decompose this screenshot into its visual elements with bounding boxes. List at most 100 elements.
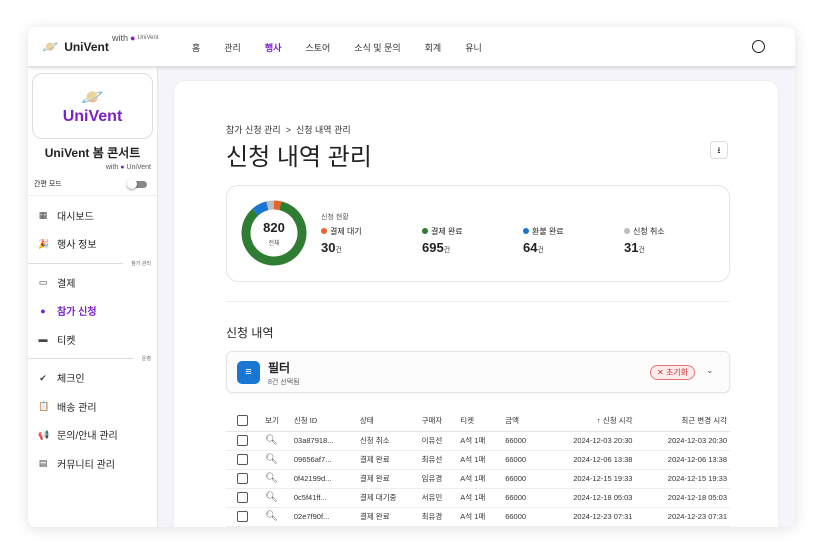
table-row[interactable]: 🔍︎ 02e7f90f... 결제 완료 최유경 A석 1매 66000 2024-12-2… [226, 507, 730, 527]
donut-slice [266, 200, 275, 211]
checkbox[interactable] [237, 492, 248, 503]
person-icon: ● [40, 305, 46, 316]
status-count: 환불 완료 64건 [523, 226, 564, 255]
checkbox[interactable] [237, 435, 248, 446]
nav-item[interactable]: 유니 [465, 41, 482, 54]
nav-item[interactable]: 회계 [425, 41, 442, 54]
sidebar-item-label: 참가 신청 [57, 307, 97, 319]
column-header-label: 금액 [505, 415, 519, 425]
sidebar-item-label: 티켓 [57, 335, 76, 347]
checkbox[interactable] [237, 511, 248, 522]
sidebar-item[interactable]: ▬ 티켓 [28, 325, 157, 354]
event-title: UniVent 봄 콘서트 [44, 146, 141, 160]
column-header[interactable]: 상태 [356, 410, 419, 432]
logo[interactable]: 🪐 UniVent [42, 39, 109, 55]
chevron-down-icon[interactable]: ⌄ [706, 365, 714, 376]
download-button[interactable]: ⭳ [710, 141, 728, 159]
status-count: 결제 완료 695건 [422, 226, 463, 255]
checkbox[interactable] [237, 414, 248, 426]
search-icon[interactable]: 🔍︎ [265, 511, 278, 522]
status-legend: 결제 완료 [422, 226, 463, 237]
table-row[interactable]: 🔍︎ 09656af7... 결제 완료 최유선 A석 1매 66000 2024-12-0… [226, 450, 730, 470]
sidebar-item-label: 결제 [57, 278, 76, 290]
table-cell: 66000 [502, 431, 542, 451]
table-cell: 2024-12-06 13:38 [541, 450, 636, 470]
nav-item[interactable]: 행사 [265, 41, 282, 54]
simple-mode-toggle[interactable] [127, 178, 147, 189]
column-header[interactable]: ↑ 신청 시각 [541, 410, 636, 432]
table-cell: 2024-12-15 19:33 [635, 469, 730, 489]
table-cell: 결제 완료 [356, 507, 419, 527]
sidebar-item-label: 배송 관리 [57, 402, 97, 414]
column-header[interactable]: 보기 [262, 410, 291, 432]
table-cell: 2024-12-23 07:31 [541, 507, 636, 527]
status-value: 695건 [422, 240, 463, 255]
nav-item[interactable]: 소식 및 문의 [354, 41, 400, 54]
select-all[interactable] [226, 410, 263, 432]
status-value: 30건 [321, 240, 362, 255]
search-icon[interactable]: 🔍︎ [265, 435, 278, 446]
sidebar-item[interactable]: ● 참가 신청 [28, 297, 157, 326]
nav-item[interactable]: 홈 [192, 41, 200, 54]
column-header-label: 보기 [265, 415, 279, 425]
column-header[interactable]: 금액 [502, 410, 542, 432]
table-cell: 09656af7... [290, 450, 357, 470]
checkbox[interactable] [237, 473, 248, 484]
section-participation: 참가 관리 [28, 258, 157, 268]
clipboard-icon: 📋 [38, 401, 50, 412]
row-select [226, 507, 263, 527]
forum-icon: ▤ [38, 458, 48, 469]
checkbox[interactable] [237, 454, 248, 465]
sidebar-item[interactable]: 🎉 행사 정보 [28, 230, 157, 259]
search-icon[interactable]: 🔍︎ [265, 454, 278, 465]
table-cell: 최유선 [418, 450, 458, 470]
search-icon[interactable]: 🔍︎ [265, 473, 278, 484]
value-number: 64 [523, 240, 538, 255]
table-cell: 03a87918... [290, 431, 357, 451]
sidebar-item[interactable]: 📢 문의/안내 관리 [28, 421, 157, 450]
donut-slice [252, 201, 269, 216]
nav-item[interactable]: 스토어 [305, 41, 330, 54]
status-value: 31건 [624, 240, 665, 255]
sidebar-item[interactable]: ▦ 대시보드 [28, 201, 157, 230]
top-bar: 🪐 UniVent with ● UniVent 홈 관리 행사 스토어 소식 및 문의 회계 유… [28, 27, 795, 67]
table-row[interactable]: 🔍︎ 03a87918... 신청 취소 이유선 A석 1매 66000 2024-12-0… [226, 431, 730, 451]
row-view: 🔍︎ [262, 469, 291, 489]
sidebar-item[interactable]: ▤ 커뮤니티 관리 [28, 449, 157, 478]
nav-item[interactable]: 관리 [224, 41, 241, 54]
planet-icon: 🪐 [81, 86, 104, 107]
status-name: 환불 완료 [532, 227, 564, 236]
sidebar-item[interactable]: ✔ 체크인 [28, 364, 157, 393]
campaign-icon: 📢 [38, 429, 50, 440]
search-icon[interactable]: 🔍︎ [265, 492, 278, 503]
ticket-icon: ▬ [38, 334, 48, 345]
table-cell: 66000 [502, 469, 542, 489]
row-select [226, 431, 263, 451]
table-row[interactable]: 🔍︎ 0f42199d... 결제 완료 임유경 A석 1매 66000 2024-12-1… [226, 469, 730, 489]
value-unit: 건 [443, 247, 451, 254]
status-legend: 결제 대기 [321, 226, 362, 237]
reset-filter-button[interactable]: ✕ 초기화 [650, 365, 696, 380]
table-cell: 최유경 [418, 507, 458, 527]
sidebar-item[interactable]: 📋 배송 관리 [28, 392, 157, 421]
column-header[interactable]: 최근 변경 시각 [635, 410, 730, 432]
sidebar-item[interactable]: ▭ 결제 [28, 268, 157, 297]
account-icon[interactable] [752, 40, 765, 53]
column-header[interactable]: 구매자 [418, 410, 458, 432]
table-cell: 임유경 [418, 469, 458, 489]
table-row[interactable]: 🔍︎ 0c5f41ff... 결제 대기중 서유민 A석 1매 66000 2024-12-… [226, 488, 730, 508]
celebration-icon: 🎉 [38, 238, 50, 249]
section-operation: 운영 [28, 354, 157, 364]
value-number: 30 [321, 240, 336, 255]
column-header[interactable]: 신청 ID [290, 410, 357, 432]
column-header[interactable]: 티켓 [457, 410, 503, 432]
value-unit: 건 [537, 247, 544, 254]
breadcrumb-parent[interactable]: 참가 신청 관리 [226, 125, 281, 135]
with-univent: with ● UniVent [105, 164, 151, 171]
row-select [226, 469, 263, 489]
sidebar-item-label: 커뮤니티 관리 [57, 459, 115, 471]
column-header-label: 상태 [359, 415, 374, 425]
table-cell: 66000 [502, 488, 542, 508]
sidebar-item-label: 문의/안내 관리 [57, 431, 118, 443]
filter-panel[interactable]: ≡ 필터 8건 선택됨 ✕ 초기화 ⌄ [226, 351, 730, 393]
